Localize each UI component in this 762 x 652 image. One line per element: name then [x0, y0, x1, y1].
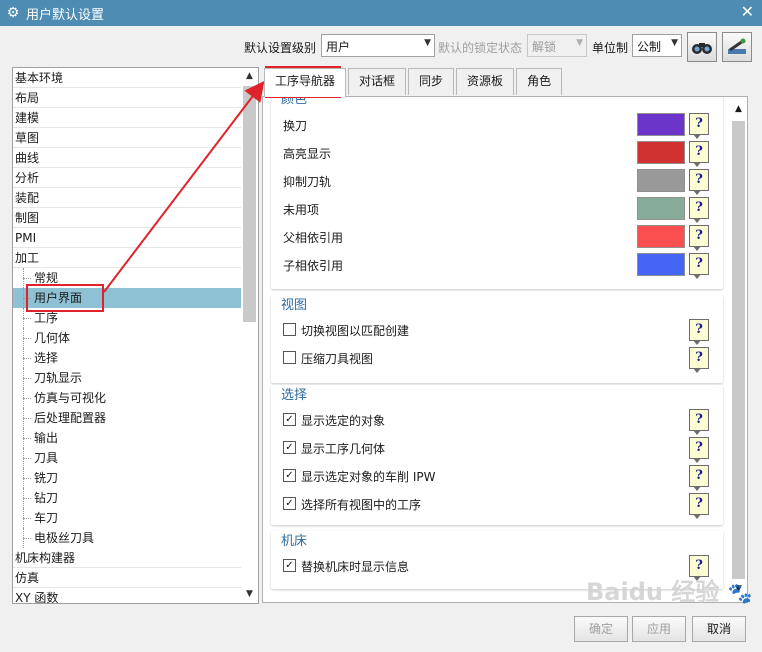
- annotation-arrow: [103, 80, 265, 293]
- tab-operation-navigator[interactable]: 工序导航器: [264, 68, 347, 97]
